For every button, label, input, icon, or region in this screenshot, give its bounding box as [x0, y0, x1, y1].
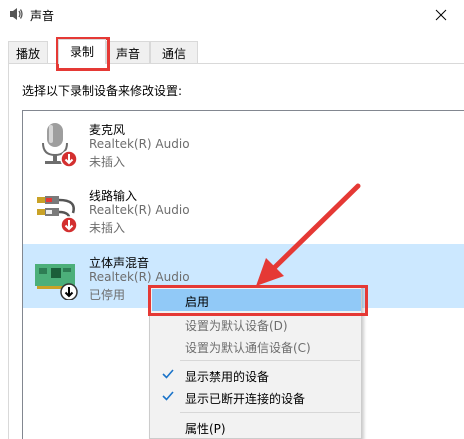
device-status: 已停用	[89, 288, 126, 302]
instruction-text: 选择以下录制设备来修改设置:	[22, 84, 183, 98]
tab-recording[interactable]: 录制	[58, 39, 106, 64]
device-driver: Realtek(R) Audio	[89, 137, 190, 151]
menu-separator	[180, 412, 360, 413]
menu-item-label: 显示已断开连接的设备	[185, 392, 306, 406]
tab-strip: 播放 录制 声音 通信	[0, 39, 464, 64]
device-driver: Realtek(R) Audio	[89, 203, 190, 217]
device-status: 未插入	[89, 221, 126, 235]
line-in-icon	[37, 196, 78, 233]
menu-item-show-disconnected[interactable]: 显示已断开连接的设备	[152, 386, 361, 408]
checkmark-icon	[162, 369, 174, 379]
microphone-icon	[42, 123, 78, 167]
device-status: 未插入	[89, 155, 126, 169]
window-title: 声音	[30, 9, 55, 23]
menu-item-label: 显示禁用的设备	[185, 370, 270, 384]
device-name: 立体声混音	[89, 256, 150, 270]
sound-card-icon	[35, 264, 78, 300]
device-item-microphone[interactable]: 麦克风 Realtek(R) Audio 未插入	[23, 111, 464, 175]
device-name: 线路输入	[89, 189, 138, 203]
annotation-box-enable	[148, 285, 368, 316]
close-icon	[435, 9, 447, 21]
menu-item-set-default-comm[interactable]: 设置为默认通信设备(C)	[152, 335, 361, 357]
device-name: 麦克风	[89, 123, 126, 137]
device-item-line-in[interactable]: 线路输入 Realtek(R) Audio 未插入	[23, 177, 464, 241]
menu-item-show-disabled[interactable]: 显示禁用的设备	[152, 364, 361, 386]
device-driver: Realtek(R) Audio	[89, 270, 190, 284]
menu-item-properties[interactable]: 属性(P)	[152, 416, 361, 438]
menu-separator	[180, 360, 360, 361]
close-button[interactable]	[418, 0, 464, 30]
speaker-icon	[10, 8, 23, 20]
tab-communications[interactable]: 通信	[150, 41, 198, 63]
tab-playback[interactable]: 播放	[8, 41, 48, 63]
checkmark-icon	[162, 391, 174, 401]
title-bar: 声音	[0, 0, 464, 30]
tab-sounds[interactable]: 声音	[106, 41, 150, 63]
menu-item-set-default[interactable]: 设置为默认设备(D)	[152, 313, 361, 335]
